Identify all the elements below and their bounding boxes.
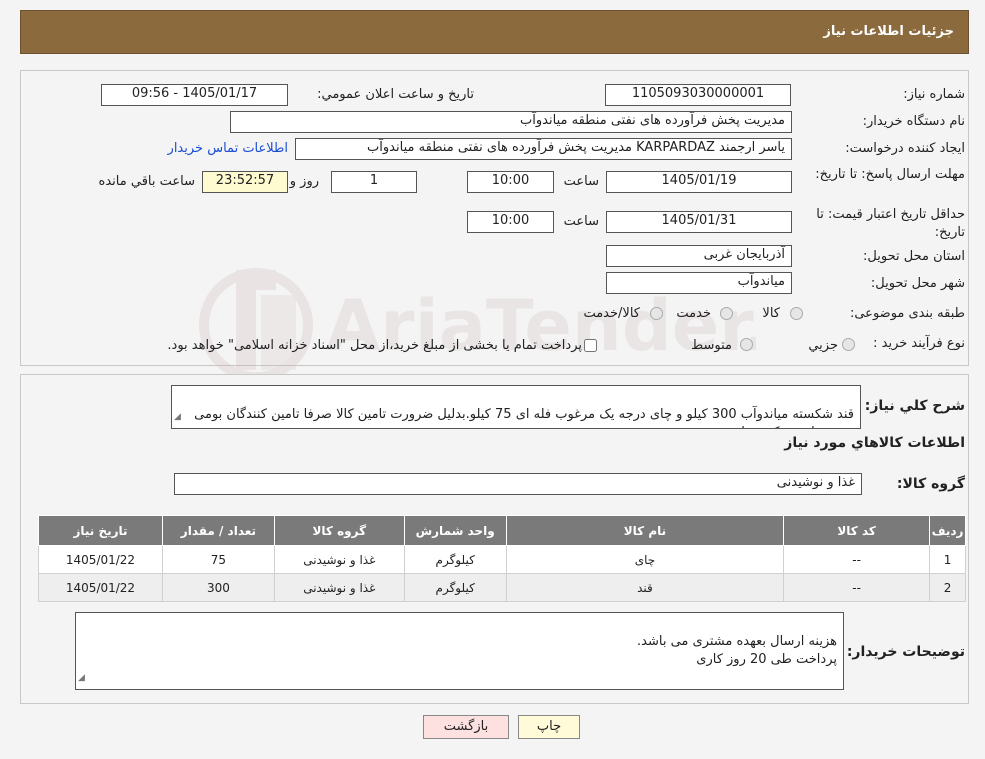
- remaining-days-field: 1: [331, 171, 417, 193]
- resize-grip-icon[interactable]: ◢: [174, 408, 181, 426]
- buyer-contact-link[interactable]: اطلاعات تماس خریدار: [168, 141, 288, 156]
- process-radio-medium[interactable]: [740, 338, 753, 351]
- col-header-group: گروه کالا: [273, 515, 405, 546]
- treasury-docs-note: پرداخت تمام یا بخشی از مبلغ خرید،از محل …: [167, 338, 582, 353]
- col-header-need-date: تاریخ نیاز: [38, 515, 163, 546]
- category-radio-goods-service[interactable]: [650, 307, 663, 320]
- cell-row-number: 1: [929, 545, 966, 574]
- category-radio-service[interactable]: [720, 307, 733, 320]
- cell-need-date: 1405/01/22: [38, 545, 163, 574]
- city-label: شهر محل تحویل:: [870, 276, 965, 291]
- creator-field: یاسر ارجمند KARPARDAZ مدیریت پخش فرآورده…: [295, 138, 792, 160]
- creator-label: ايجاد کننده درخواست:: [845, 141, 965, 156]
- reply-time-label: ساعت: [563, 174, 599, 189]
- cell-need-date: 1405/01/22: [38, 573, 163, 602]
- price-validity-date-field: 1405/01/31: [606, 211, 792, 233]
- cell-unit: کیلوگرم: [403, 573, 507, 602]
- table-row: 1 -- چای کیلوگرم غذا و نوشیدنی 75 1405/0…: [38, 545, 966, 574]
- buyer-notes-text: هزینه ارسال بعهده مشتری می باشد. پرداخت …: [637, 634, 837, 667]
- cell-unit: کیلوگرم: [403, 545, 507, 574]
- price-time-label: ساعت: [563, 214, 599, 229]
- reply-deadline-label: مهلت ارسال پاسخ: تا تاریخ:: [815, 167, 965, 182]
- buyer-org-label: نام دستگاه خريدار:: [862, 114, 965, 129]
- summary-textarea: قند شکسته میاندوآب 300 کیلو و چای درجه ی…: [171, 385, 861, 429]
- buyer-org-field: مدیریت پخش فرآورده های نفتی منطقه میاندو…: [230, 111, 792, 133]
- need-number-label: شماره نیاز:: [903, 87, 965, 102]
- remaining-time-label: ساعت باقي مانده: [98, 174, 195, 189]
- print-button[interactable]: چاپ: [518, 715, 580, 739]
- process-radio-minor[interactable]: [842, 338, 855, 351]
- reply-date-field: 1405/01/19: [606, 171, 792, 193]
- goods-group-field: غذا و نوشیدنی: [174, 473, 862, 495]
- days-label: روز و: [289, 174, 319, 189]
- cell-quantity: 75: [161, 545, 275, 574]
- page-title: جزئیات اطلاعات نیاز: [823, 24, 954, 39]
- cell-item-name: چای: [505, 545, 785, 574]
- buyer-notes-textarea: هزینه ارسال بعهده مشتری می باشد. پرداخت …: [75, 612, 844, 690]
- process-label: نوع فرآیند خرید :: [873, 336, 965, 351]
- category-radio-goods[interactable]: [790, 307, 803, 320]
- table-header-row: رديف کد کالا نام کالا واحد شمارش گروه کا…: [38, 515, 966, 546]
- summary-label: شرح کلي نياز:: [864, 398, 965, 414]
- cell-item-code: --: [783, 573, 931, 602]
- resize-grip-icon[interactable]: ◢: [78, 669, 85, 687]
- back-button[interactable]: بازگشت: [423, 715, 509, 739]
- cell-row-number: 2: [929, 573, 966, 602]
- col-header-row-number: رديف: [929, 515, 966, 546]
- province-label: استان محل تحویل:: [863, 249, 965, 264]
- cell-group: غذا و نوشیدنی: [273, 545, 405, 574]
- cell-quantity: 300: [161, 573, 275, 602]
- col-header-item-name: نام کالا: [505, 515, 785, 546]
- category-option-goods: کالا: [762, 306, 780, 321]
- table-row: 2 -- قند کیلوگرم غذا و نوشیدنی 300 1405/…: [38, 573, 966, 602]
- col-header-item-code: کد کالا: [783, 515, 931, 546]
- goods-group-label: گروه کالا:: [896, 476, 965, 492]
- goods-table: رديف کد کالا نام کالا واحد شمارش گروه کا…: [38, 515, 966, 602]
- goods-section-title: اطلاعات کالاهاي مورد نياز: [784, 435, 965, 451]
- process-option-medium: متوسط: [691, 338, 732, 353]
- col-header-quantity: تعداد / مقدار: [161, 515, 275, 546]
- summary-text: قند شکسته میاندوآب 300 کیلو و چای درجه ی…: [194, 407, 854, 428]
- category-option-service: خدمت: [676, 306, 711, 321]
- price-validity-time-field: 10:00: [467, 211, 554, 233]
- buyer-notes-label: توضيحات خريدار:: [846, 644, 965, 660]
- reply-time-field: 10:00: [467, 171, 554, 193]
- remaining-time-field: 23:52:57: [202, 171, 288, 193]
- province-field: آذربایجان غربی: [606, 245, 792, 267]
- cell-group: غذا و نوشیدنی: [273, 573, 405, 602]
- announce-date-label: تاریخ و ساعت اعلان عمومي:: [317, 87, 474, 102]
- cell-item-name: قند: [505, 573, 785, 602]
- price-validity-label: حداقل تاریخ اعتبار قیمت: تا تاریخ:: [816, 207, 965, 240]
- treasury-docs-checkbox[interactable]: [584, 339, 597, 352]
- cell-item-code: --: [783, 545, 931, 574]
- category-option-goods-service: کالا/خدمت: [583, 306, 640, 321]
- city-field: میاندوآب: [606, 272, 792, 294]
- announce-date-field: 1405/01/17 - 09:56: [101, 84, 288, 106]
- need-number-field: 1105093030000001: [605, 84, 791, 106]
- category-label: طبقه بندی موضوعی:: [849, 306, 965, 321]
- process-option-minor: جزیي: [808, 338, 838, 353]
- col-header-unit: واحد شمارش: [403, 515, 507, 546]
- page-header: جزئیات اطلاعات نیاز: [20, 10, 969, 54]
